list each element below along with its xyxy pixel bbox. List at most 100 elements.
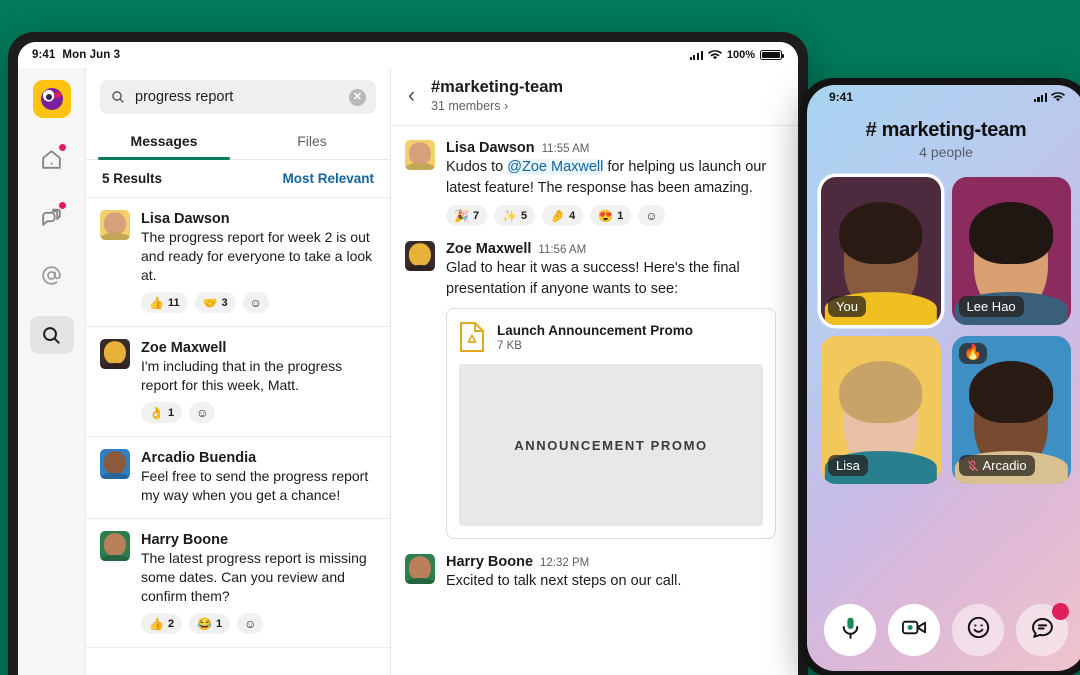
reaction-button[interactable] [952, 604, 1004, 656]
message-text: Excited to talk next steps on our call. [446, 573, 682, 590]
reaction-pill[interactable]: 🎉 7 [446, 205, 488, 227]
phone-screen: 9:41 # marketing-team 4 people You Lee H… [807, 85, 1080, 671]
message: Harry Boone 12:32 PM Excited to talk nex… [405, 554, 782, 592]
file-attachment-card[interactable]: Launch Announcement Promo 7 KB ANNOUNCEM… [446, 308, 776, 540]
reaction-pill[interactable]: 😍 1 [590, 205, 632, 227]
avatar [405, 241, 435, 272]
message: Zoe Maxwell 11:56 AM Glad to hear it was… [405, 241, 782, 540]
search-panel: ✕ Messages Files 5 Results Most Relevant [86, 68, 391, 675]
reaction-pill[interactable]: 🤌 4 [542, 205, 584, 227]
reaction-count: 1 [167, 406, 175, 419]
channel-header: ‹ #marketing-team 31 members › [391, 68, 798, 126]
message-text: Glad to hear it was a success! Here's th… [446, 260, 740, 297]
reaction-emoji: 😂 [197, 616, 213, 631]
search-result-item[interactable]: Harry Boone The latest progress report i… [86, 519, 390, 649]
reaction-emoji: 👍 [149, 295, 164, 310]
search-result-item[interactable]: Lisa Dawson The progress report for week… [86, 198, 390, 328]
phone-status-time: 9:41 [829, 90, 854, 104]
huddle-header: # marketing-team 4 people [807, 109, 1080, 160]
tab-messages-label: Messages [130, 133, 198, 149]
reaction-row: 🎉 7 ✨ 5 🤌 4 😍 1 ☺ [446, 205, 782, 227]
reaction-pill[interactable]: 😂 1 [189, 613, 231, 635]
participant-tile[interactable]: Lisa [821, 336, 941, 484]
search-result-item[interactable]: Zoe Maxwell I'm including that in the pr… [86, 327, 390, 438]
result-author: Arcadio Buendia [141, 450, 257, 467]
status-date: Mon Jun 3 [62, 49, 121, 61]
participant-label: Lisa [828, 455, 868, 476]
participant-label: You [828, 296, 866, 317]
result-text: I'm including that in the progress repor… [141, 358, 343, 394]
file-name: Launch Announcement Promo [497, 322, 694, 338]
search-input[interactable] [135, 89, 340, 105]
home-badge [57, 143, 67, 152]
reaction-count: 1 [617, 209, 624, 222]
user-mention[interactable]: @Zoe Maxwell [507, 159, 604, 175]
chevron-right-icon: › [503, 99, 509, 113]
participant-tile[interactable]: Lee Hao [951, 177, 1071, 325]
avatar [405, 241, 435, 272]
sidebar-item-home[interactable] [32, 142, 72, 176]
participant-name: You [836, 299, 858, 314]
clear-icon[interactable]: ✕ [349, 88, 366, 106]
sidebar-item-mentions[interactable] [32, 258, 72, 292]
tablet-device: 9:41 Mon Jun 3 100% progress report ✕ Me… [8, 32, 808, 675]
add-reaction-icon[interactable]: ☺ [638, 205, 665, 227]
avatar [405, 140, 435, 170]
reaction-row: 👌 1 ☺ [141, 402, 374, 424]
reaction-emoji: 😍 [598, 208, 614, 223]
tab-messages[interactable]: Messages [90, 124, 238, 160]
results-header: 5 Results Most Relevant [86, 160, 390, 198]
participant-label: Arcadio [958, 455, 1035, 476]
avatar [100, 339, 130, 370]
video-button[interactable] [888, 604, 940, 656]
result-author: Harry Boone [141, 532, 229, 549]
avatar [100, 449, 130, 480]
channel-members[interactable]: 31 members › [431, 99, 563, 113]
message: Lisa Dawson 11:55 AM Kudos to @Zoe Maxwe… [405, 140, 782, 227]
battery-percent: 100% [726, 49, 755, 61]
participant-tile[interactable]: 🔥 Arcadio [951, 336, 1071, 484]
reaction-emoji: 🤌 [550, 208, 566, 223]
reaction-count: 3 [221, 296, 228, 309]
back-chevron-icon[interactable]: ‹ [405, 85, 418, 106]
mic-muted-icon [967, 460, 978, 471]
wifi-icon [1051, 91, 1065, 101]
message-time: 11:55 AM [541, 143, 590, 155]
avatar [100, 449, 130, 480]
reaction-pill[interactable]: 🤝 3 [194, 292, 236, 314]
participant-tile[interactable]: You [821, 177, 941, 325]
huddle-title: # marketing-team [817, 119, 1075, 142]
result-author: Lisa Dawson [141, 211, 230, 227]
sort-selector[interactable]: Most Relevant [282, 171, 374, 186]
reaction-pill[interactable]: 👌 1 [141, 402, 183, 424]
avatar [405, 554, 435, 585]
file-preview[interactable]: ANNOUNCEMENT PROMO [459, 364, 763, 527]
reaction-count: 5 [521, 209, 528, 222]
reaction-pill[interactable]: 👍 11 [141, 292, 188, 314]
reaction-count: 7 [472, 209, 480, 222]
reaction-pill[interactable]: 👍 2 [141, 613, 183, 635]
search-bar[interactable]: ✕ [100, 80, 376, 114]
message-author: Harry Boone [446, 554, 534, 571]
cellular-signal-icon [689, 50, 703, 60]
huddle-people-count: 4 people [919, 144, 973, 160]
sidebar-item-search[interactable] [29, 316, 74, 354]
chat-button[interactable] [1016, 603, 1069, 656]
left-rail [18, 68, 86, 675]
participant-name: Lee Hao [966, 299, 1016, 314]
add-reaction-icon[interactable]: ☺ [237, 613, 264, 635]
add-reaction-icon[interactable]: ☺ [189, 402, 216, 424]
reaction-pill[interactable]: ✨ 5 [494, 205, 536, 227]
tab-files[interactable]: Files [238, 124, 386, 159]
workspace-avatar-icon[interactable] [32, 80, 71, 118]
add-reaction-icon[interactable]: ☺ [242, 292, 269, 314]
reaction-row: 👍 11 🤝 3 ☺ [141, 292, 374, 314]
message-time: 12:32 PM [540, 557, 590, 570]
reaction-count: 2 [167, 617, 175, 630]
sidebar-item-dms[interactable] [32, 200, 72, 234]
mic-button[interactable] [824, 604, 876, 656]
phone-device: 9:41 # marketing-team 4 people You Lee H… [800, 78, 1080, 675]
emoji-smile-icon [966, 615, 991, 645]
avatar [100, 531, 130, 562]
search-result-item[interactable]: Arcadio Buendia Feel free to send the pr… [86, 437, 390, 520]
